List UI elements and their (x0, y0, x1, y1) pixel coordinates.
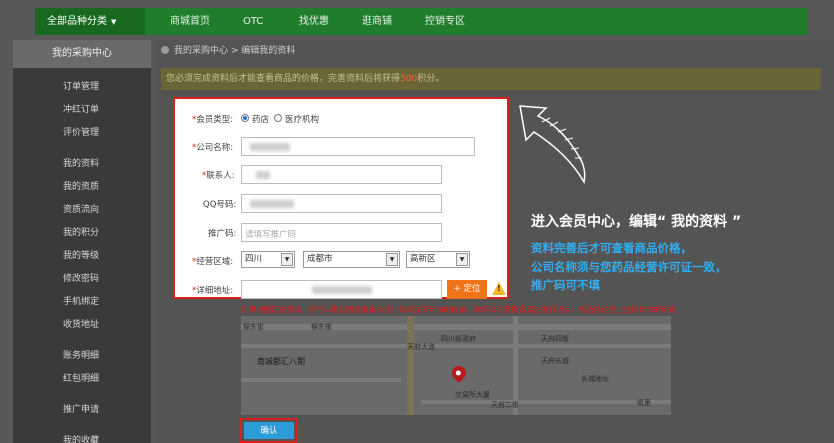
qq-label: QQ号码: (203, 200, 237, 210)
nav-item-otc[interactable]: OTC (243, 8, 263, 35)
sidebar: 我的采购中心 订单管理 冲红订单 评价管理 我的资料 我的资质 资质流向 我的积… (13, 40, 151, 443)
map-road (407, 316, 414, 415)
annotation-title: 进入会员中心，编辑“ 我的资料 ” (531, 214, 742, 230)
nav-item-shops[interactable]: 逛商铺 (362, 8, 392, 35)
top-navigation: 全部品种分类 ▼ 商城首页 OTC 找优惠 逛商铺 控销专区 (0, 0, 834, 40)
sidebar-title: 我的采购中心 (13, 40, 151, 68)
notice-text: 您必须完成资料后才能查看商品的价格，完善资料后将获得 (166, 74, 401, 84)
nav-item-discounts[interactable]: 找优惠 (299, 8, 329, 35)
address-input[interactable] (241, 280, 442, 299)
sidebar-item-points[interactable]: 我的积分 (63, 225, 99, 238)
promo-placeholder: 请填写推广码 (245, 230, 297, 240)
map-label: 天府二街 (491, 401, 519, 409)
city-select[interactable]: 成都市 ▼ (303, 251, 400, 268)
map-road (421, 400, 671, 404)
pharmacy-radio[interactable] (241, 114, 249, 122)
promo-code-input[interactable]: 请填写推广码 (241, 223, 442, 242)
map-road (241, 378, 401, 382)
sidebar-item-orders[interactable]: 订单管理 (63, 79, 99, 92)
notice-banner: 您必须完成资料后才能查看商品的价格，完善资料后将获得500积分。 (161, 68, 821, 90)
member-type-label: *会员类型: (192, 115, 234, 125)
location-map[interactable]: 锦东街 锦东街 南城都汇八期 天府大道 交易所大厦 四川省政府 天府长城 长城地… (241, 316, 671, 415)
confirm-button[interactable]: 确认 (244, 422, 294, 439)
sidebar-item-level[interactable]: 我的等级 (63, 248, 99, 261)
sidebar-item-promotion[interactable]: 推广申请 (63, 402, 99, 415)
map-label: 锦东街 (311, 323, 332, 331)
district-select[interactable]: 高新区 ▼ (406, 251, 470, 268)
caret-down-icon: ▼ (111, 18, 117, 26)
warning-icon: ! (492, 282, 506, 295)
blurred-value (312, 286, 372, 294)
breadcrumb-text: 我的采购中心 > 编辑我的资料 (174, 46, 296, 56)
sidebar-item-reversed-orders[interactable]: 冲红订单 (63, 102, 99, 115)
annotation-line: 资料完善后才可查看商品价格， (531, 241, 692, 255)
qq-input[interactable] (241, 194, 442, 213)
sidebar-item-reviews[interactable]: 评价管理 (63, 125, 99, 138)
notice-suffix: 积分。 (417, 74, 445, 84)
annotation-line: 公司名称须与您药品经营许可证一致， (531, 260, 727, 274)
nav-item-controlled-sales[interactable]: 控销专区 (425, 8, 465, 35)
company-name-input[interactable] (241, 137, 475, 156)
locate-button[interactable]: + 定位 (447, 280, 487, 299)
map-label: 长城地址 (581, 375, 609, 383)
nav-bar: 全部品种分类 ▼ 商城首页 OTC 找优惠 逛商铺 控销专区 (35, 8, 808, 35)
notice-points: 500 (400, 74, 418, 84)
medical-institution-option-label: 医疗机构 (285, 115, 320, 125)
promo-label: 推广码: (208, 229, 237, 239)
map-label: 天府四街 (541, 335, 569, 343)
sidebar-item-profile[interactable]: 我的资料 (63, 156, 99, 169)
blurred-value (256, 171, 270, 179)
blurred-value (250, 200, 294, 208)
blurred-value (250, 143, 290, 151)
map-label: 四川省政府 (441, 335, 476, 343)
map-label: 凯里 (637, 399, 651, 407)
map-label: 锦东街 (243, 323, 264, 331)
sidebar-item-favorites[interactable]: 我的收藏 (63, 433, 99, 443)
sidebar-item-address[interactable]: 收货地址 (63, 317, 99, 330)
company-label: *公司名称: (192, 143, 234, 153)
sidebar-item-password[interactable]: 修改密码 (63, 271, 99, 284)
sidebar-item-qualification-flow[interactable]: 资质流向 (63, 202, 99, 215)
dot-icon (161, 46, 169, 54)
sidebar-item-red-packets[interactable]: 红包明细 (63, 371, 99, 384)
region-label: *经营区域: (192, 257, 234, 267)
category-label: 全部品种分类 (47, 16, 107, 27)
contact-input[interactable] (241, 165, 442, 184)
map-label: 南城都汇八期 (257, 357, 305, 366)
category-menu[interactable]: 全部品种分类 ▼ (35, 8, 145, 35)
map-label: 天府大道 (407, 343, 435, 351)
address-label: *详细地址: (192, 286, 234, 296)
chevron-down-icon: ▼ (456, 253, 468, 266)
map-label: 交易所大厦 (455, 391, 490, 399)
map-tip: 如果地图定位错误，你可以拖动图标重新标注！如果找不到你的位置，你可以试着搜索周边… (241, 305, 680, 314)
contact-label: *联系人: (202, 171, 235, 181)
map-label: 天府长城 (541, 357, 569, 365)
map-road (241, 324, 671, 330)
map-road (241, 344, 671, 348)
annotation-line: 推广码可不填 (531, 278, 600, 292)
nav-item-home[interactable]: 商城首页 (170, 8, 210, 35)
medical-institution-radio[interactable] (274, 114, 282, 122)
chevron-down-icon: ▼ (386, 253, 398, 266)
location-pin-icon[interactable] (449, 363, 469, 383)
chevron-down-icon: ▼ (281, 253, 293, 266)
sidebar-item-phone[interactable]: 手机绑定 (63, 294, 99, 307)
curved-arrow-icon (519, 105, 586, 185)
sidebar-item-accounts[interactable]: 账务明细 (63, 348, 99, 361)
sidebar-item-qualifications[interactable]: 我的资质 (63, 179, 99, 192)
pharmacy-option-label: 药店 (252, 115, 270, 125)
breadcrumb: 我的采购中心 > 编辑我的资料 (161, 43, 295, 56)
province-select[interactable]: 四川 ▼ (241, 251, 295, 268)
